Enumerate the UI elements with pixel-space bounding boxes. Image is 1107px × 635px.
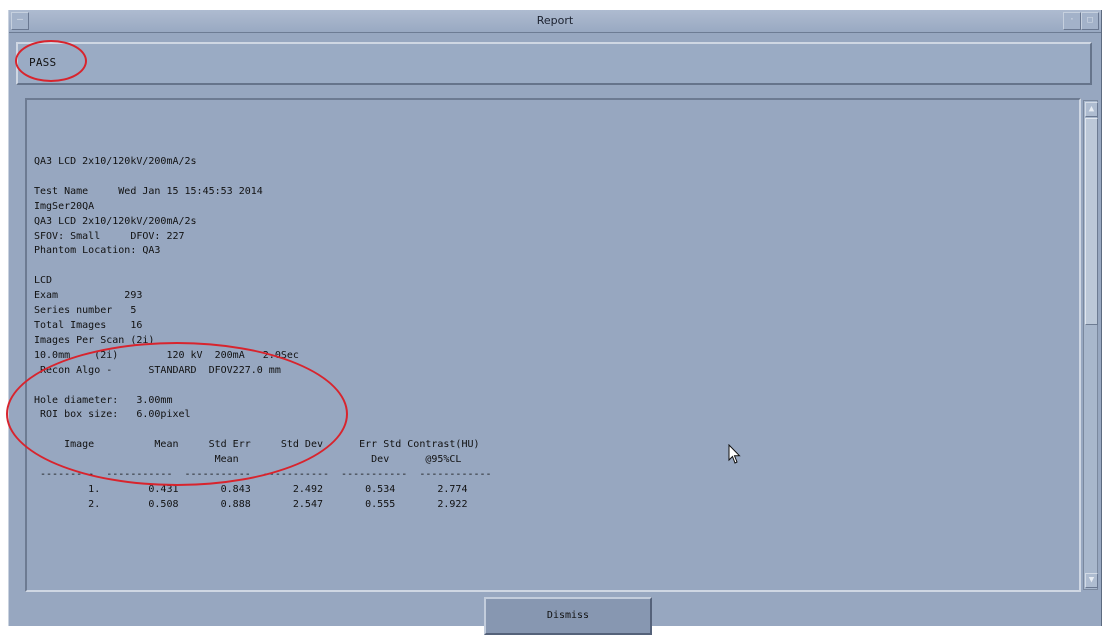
vertical-scrollbar[interactable]: ▲ ▼ bbox=[1083, 100, 1098, 590]
minimize-button[interactable]: · bbox=[1063, 12, 1081, 30]
scroll-down-arrow-icon[interactable]: ▼ bbox=[1085, 573, 1098, 588]
title-bar[interactable]: — Report · □ bbox=[9, 10, 1101, 33]
result-status-field: PASS bbox=[16, 42, 1092, 85]
maximize-icon: □ bbox=[1087, 15, 1093, 25]
report-window: — Report · □ PASS QA3 LCD 2x10/120kV/200… bbox=[8, 10, 1102, 635]
window-title: Report bbox=[536, 14, 574, 27]
dismiss-button[interactable]: Dismiss bbox=[484, 597, 652, 635]
report-text-area[interactable]: QA3 LCD 2x10/120kV/200mA/2s Test Name We… bbox=[25, 98, 1081, 592]
scroll-thumb[interactable] bbox=[1085, 118, 1098, 325]
scroll-up-arrow-icon[interactable]: ▲ bbox=[1085, 102, 1098, 117]
result-status-text: PASS bbox=[29, 56, 57, 69]
report-text: QA3 LCD 2x10/120kV/200mA/2s Test Name We… bbox=[34, 156, 492, 510]
maximize-button[interactable]: □ bbox=[1081, 12, 1099, 30]
mouse-pointer-icon bbox=[728, 444, 741, 464]
minimize-icon: · bbox=[1069, 15, 1075, 25]
